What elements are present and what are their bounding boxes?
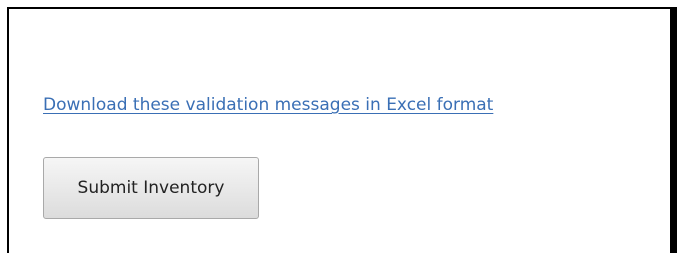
validation-panel: Download these validation messages in Ex… [7,7,677,253]
submit-inventory-button[interactable]: Submit Inventory [43,157,259,219]
download-validation-excel-link[interactable]: Download these validation messages in Ex… [43,95,493,115]
